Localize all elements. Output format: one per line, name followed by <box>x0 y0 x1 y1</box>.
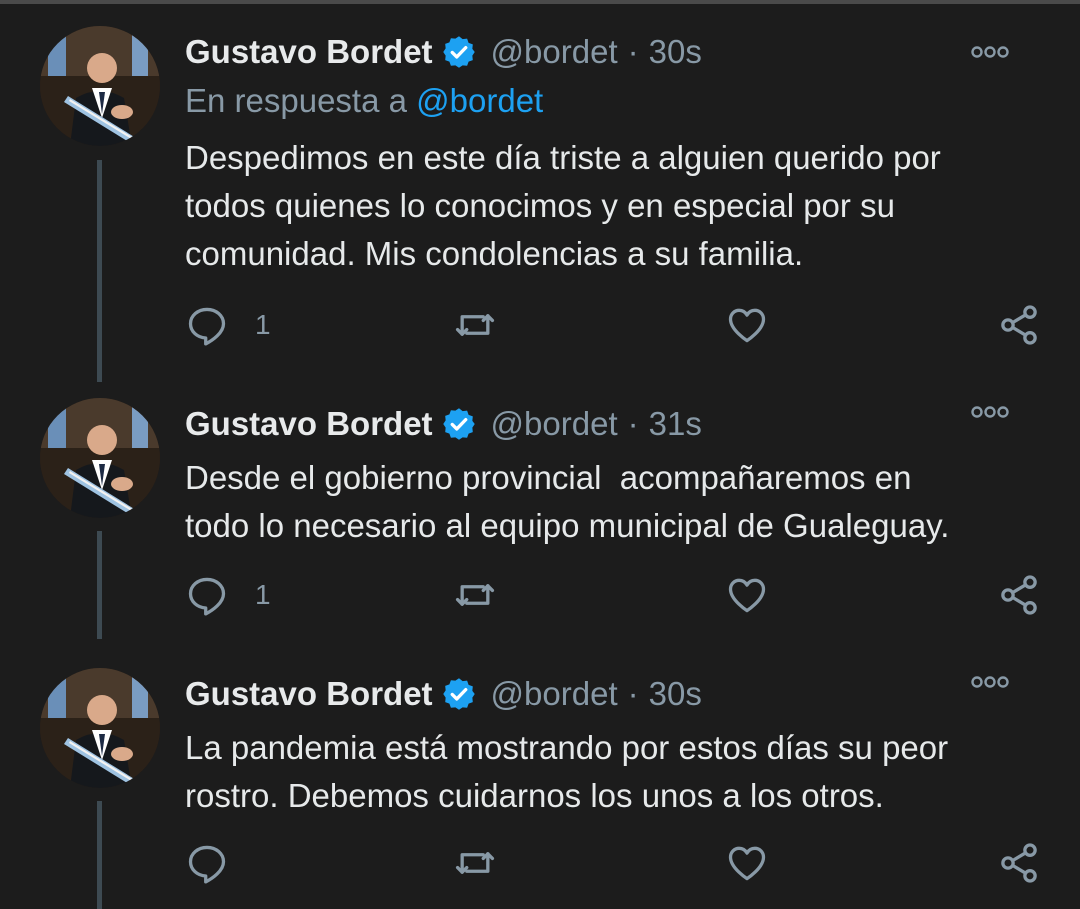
thread-connector-line <box>97 160 102 382</box>
retweet-icon <box>455 314 495 336</box>
share-button[interactable] <box>997 838 1041 888</box>
tweet-text: Despedimos en este día triste a alguien … <box>185 134 1050 278</box>
more-options-icon[interactable] <box>970 40 1010 64</box>
more-options-icon[interactable] <box>970 670 1010 694</box>
tweet-actions: 1 <box>185 300 1045 350</box>
tweet-text-line: comunidad. Mis condolencias a su familia… <box>185 235 804 272</box>
author-name[interactable]: Gustavo Bordet <box>185 675 433 713</box>
tweet-text-line: todos quienes lo conocimos y en especial… <box>185 187 895 224</box>
timestamp[interactable]: 31s <box>649 405 702 443</box>
reply-prefix: En respuesta a <box>185 82 407 119</box>
retweet-button[interactable] <box>453 300 497 350</box>
tweet-text-line: Despedimos en este día triste a alguien … <box>185 139 941 176</box>
like-button[interactable] <box>725 300 769 350</box>
avatar-image <box>40 668 160 788</box>
retweet-button[interactable] <box>453 570 497 620</box>
thread-connector-line <box>97 801 102 909</box>
verified-badge-icon <box>442 678 475 710</box>
separator-dot: · <box>627 405 639 442</box>
author-name[interactable]: Gustavo Bordet <box>185 405 433 443</box>
tweet-text: La pandemia está mostrando por estos día… <box>185 724 1050 820</box>
reply-icon <box>188 577 226 616</box>
reply-button[interactable]: 1 <box>185 300 271 350</box>
tweet-text-line: Desde el gobierno provincial acompañarem… <box>185 459 912 496</box>
timestamp[interactable]: 30s <box>649 675 702 713</box>
avatar-image <box>40 26 160 146</box>
share-icon <box>1001 305 1037 345</box>
author-name[interactable]: Gustavo Bordet <box>185 33 433 71</box>
verified-badge-icon <box>442 408 475 440</box>
reply-button[interactable] <box>185 838 255 888</box>
reply-count: 1 <box>255 579 271 610</box>
author-handle[interactable]: @bordet <box>491 675 618 713</box>
tweet[interactable]: Gustavo Bordet @bordet · 30s La pandemia… <box>0 654 1080 909</box>
like-button[interactable] <box>725 570 769 620</box>
heart-icon <box>728 578 766 613</box>
like-button[interactable] <box>725 838 769 888</box>
tweet[interactable]: Gustavo Bordet @bordet · 30s En respuest… <box>0 0 1080 384</box>
reply-button[interactable]: 1 <box>185 570 271 620</box>
more-options-icon[interactable] <box>970 400 1010 424</box>
timestamp[interactable]: 30s <box>649 33 702 71</box>
tweet-text: Desde el gobierno provincial acompañarem… <box>185 454 1050 550</box>
tweet-text-line: La pandemia está mostrando por estos día… <box>185 729 949 766</box>
tweet-header: Gustavo Bordet @bordet · 30s <box>185 30 1050 74</box>
avatar[interactable] <box>40 668 160 788</box>
tweet-text-line: todo lo necesario al equipo municipal de… <box>185 507 950 544</box>
separator-dot: · <box>627 33 639 70</box>
tweet-header: Gustavo Bordet @bordet · 31s <box>185 402 1050 446</box>
heart-icon <box>728 308 766 343</box>
tweet-actions: 1 <box>185 570 1045 620</box>
verified-badge-icon <box>442 36 475 68</box>
separator-dot: · <box>627 675 639 712</box>
reply-count: 1 <box>255 309 271 340</box>
thread-connector-line <box>97 531 102 639</box>
reply-context: En respuesta a @bordet <box>185 82 543 120</box>
share-button[interactable] <box>997 570 1041 620</box>
avatar[interactable] <box>40 26 160 146</box>
tweet-text-line: rostro. Debemos cuidarnos los unos a los… <box>185 777 884 814</box>
author-handle[interactable]: @bordet <box>491 33 618 71</box>
heart-icon <box>728 846 766 881</box>
avatar-image <box>40 398 160 518</box>
tweet[interactable]: Gustavo Bordet @bordet · 31s Desde el go… <box>0 384 1080 654</box>
share-button[interactable] <box>997 300 1041 350</box>
retweet-icon <box>455 584 495 606</box>
avatar[interactable] <box>40 398 160 518</box>
reply-icon <box>188 307 226 346</box>
share-icon <box>1001 843 1037 883</box>
tweet-actions <box>185 838 1045 888</box>
tweet-header: Gustavo Bordet @bordet · 30s <box>185 672 1050 716</box>
reply-icon <box>188 845 226 884</box>
share-icon <box>1001 575 1037 615</box>
retweet-button[interactable] <box>453 838 497 888</box>
reply-mention-link[interactable]: @bordet <box>416 82 543 119</box>
author-handle[interactable]: @bordet <box>491 405 618 443</box>
retweet-icon <box>455 852 495 874</box>
